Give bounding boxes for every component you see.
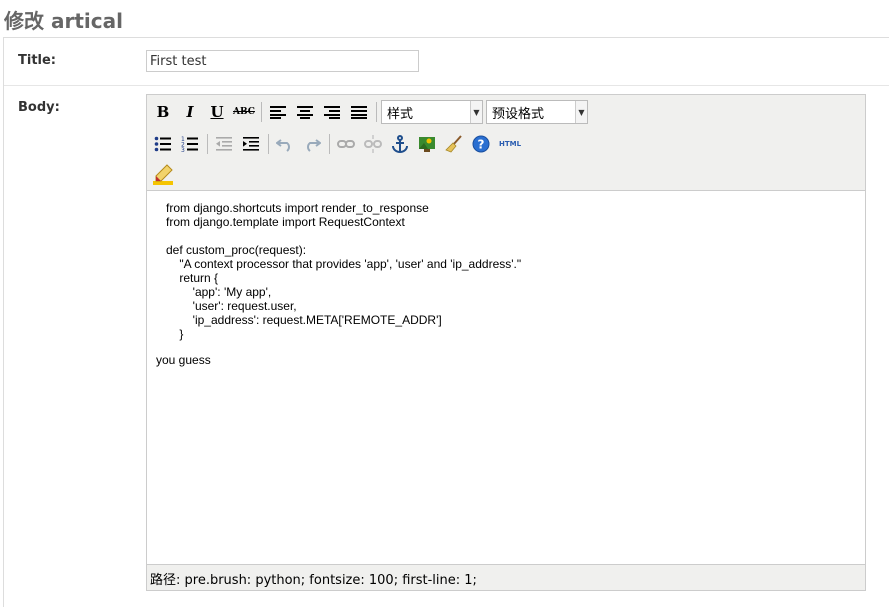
editor-content-area[interactable]: from django.shortcuts import render_to_r… xyxy=(147,191,865,564)
image-icon xyxy=(419,137,435,152)
chevron-down-icon: ▼ xyxy=(575,101,587,123)
unlink-icon xyxy=(364,135,382,153)
body-label: Body: xyxy=(18,100,60,115)
code-line: } xyxy=(166,327,184,341)
link-button[interactable] xyxy=(334,132,358,156)
image-button[interactable] xyxy=(415,132,439,156)
toolbar-separator xyxy=(376,102,377,122)
cleanup-button[interactable] xyxy=(442,132,466,156)
bullet-list-icon xyxy=(154,136,171,152)
toolbar-separator xyxy=(207,134,208,154)
html-icon: HTML xyxy=(498,140,522,148)
style-select-value: 样式 xyxy=(387,106,414,122)
style-select[interactable]: 样式 ▼ xyxy=(381,100,483,124)
bullet-list-button[interactable] xyxy=(151,132,175,156)
rich-text-editor: B I U ABC 样式 ▼ 预设格式 ▼ 1 2 3 ? HTML from … xyxy=(146,94,866,591)
code-line: 'app': 'My app', xyxy=(166,285,272,299)
chevron-down-icon: ▼ xyxy=(470,101,482,123)
editor-toolbar: B I U ABC 样式 ▼ 预设格式 ▼ 1 2 3 ? HTML xyxy=(147,95,865,191)
unlink-button[interactable] xyxy=(361,132,385,156)
help-icon: ? xyxy=(472,135,490,153)
underline-icon: U xyxy=(210,103,224,121)
align-center-button[interactable] xyxy=(293,100,317,124)
anchor-button[interactable] xyxy=(388,132,412,156)
toolbar-row-1: B I U ABC 样式 ▼ 预设格式 ▼ xyxy=(151,99,591,125)
code-line: 'ip_address': request.META['REMOTE_ADDR'… xyxy=(166,313,442,327)
anchor-icon xyxy=(392,135,408,153)
code-line: from django.template import RequestConte… xyxy=(166,215,405,229)
align-center-icon xyxy=(297,106,313,119)
strikethrough-button[interactable]: ABC xyxy=(232,100,256,124)
body-paragraph: you guess xyxy=(156,353,211,367)
strikethrough-icon: ABC xyxy=(233,107,255,117)
help-button[interactable]: ? xyxy=(469,132,493,156)
format-select-value: 预设格式 xyxy=(492,106,545,122)
title-input[interactable] xyxy=(146,50,419,72)
editor-status-path: 路径: pre.brush: python; fontsize: 100; fi… xyxy=(147,564,865,590)
outdent-button[interactable] xyxy=(212,132,236,156)
edit-form: Title: Body: B I U ABC xyxy=(3,37,889,607)
indent-button[interactable] xyxy=(239,132,263,156)
indent-icon xyxy=(243,137,259,151)
numbered-list-icon: 123 xyxy=(181,136,198,152)
italic-button[interactable]: I xyxy=(178,100,202,124)
underline-button[interactable]: U xyxy=(205,100,229,124)
html-source-button[interactable]: HTML xyxy=(496,132,524,156)
code-block: from django.shortcuts import render_to_r… xyxy=(166,201,521,341)
bold-button[interactable]: B xyxy=(151,100,175,124)
align-left-button[interactable] xyxy=(266,100,290,124)
page-title: 修改 artical xyxy=(4,9,123,33)
undo-icon xyxy=(276,139,290,152)
align-justify-icon xyxy=(351,106,367,119)
redo-button[interactable] xyxy=(300,132,324,156)
outdent-icon xyxy=(216,137,232,151)
toolbar-separator xyxy=(268,134,269,154)
highlight-button[interactable] xyxy=(151,163,175,187)
svg-text:?: ? xyxy=(478,138,485,152)
redo-icon xyxy=(307,139,321,152)
code-line: "A context processor that provides 'app'… xyxy=(166,257,522,271)
align-justify-button[interactable] xyxy=(347,100,371,124)
align-right-button[interactable] xyxy=(320,100,344,124)
toolbar-separator xyxy=(261,102,262,122)
format-select[interactable]: 预设格式 ▼ xyxy=(486,100,588,124)
italic-icon: I xyxy=(186,103,194,121)
highlighter-pen-icon xyxy=(153,164,173,185)
broom-icon xyxy=(445,135,462,153)
svg-text:3: 3 xyxy=(181,147,185,152)
title-row: Title: xyxy=(4,38,889,86)
bold-icon: B xyxy=(156,103,170,121)
toolbar-row-3 xyxy=(151,162,178,188)
code-line: def custom_proc(request): xyxy=(166,243,307,257)
toolbar-row-2: 123 ? HTML xyxy=(151,131,527,157)
link-icon xyxy=(337,140,355,148)
numbered-list-button[interactable]: 123 xyxy=(178,132,202,156)
code-line: 'user': request.user, xyxy=(166,299,297,313)
align-right-icon xyxy=(324,106,340,119)
code-line: from django.shortcuts import render_to_r… xyxy=(166,201,429,215)
undo-button[interactable] xyxy=(273,132,297,156)
title-label: Title: xyxy=(18,53,57,68)
toolbar-separator xyxy=(329,134,330,154)
align-left-icon xyxy=(270,106,286,119)
code-line: return { xyxy=(166,271,219,285)
